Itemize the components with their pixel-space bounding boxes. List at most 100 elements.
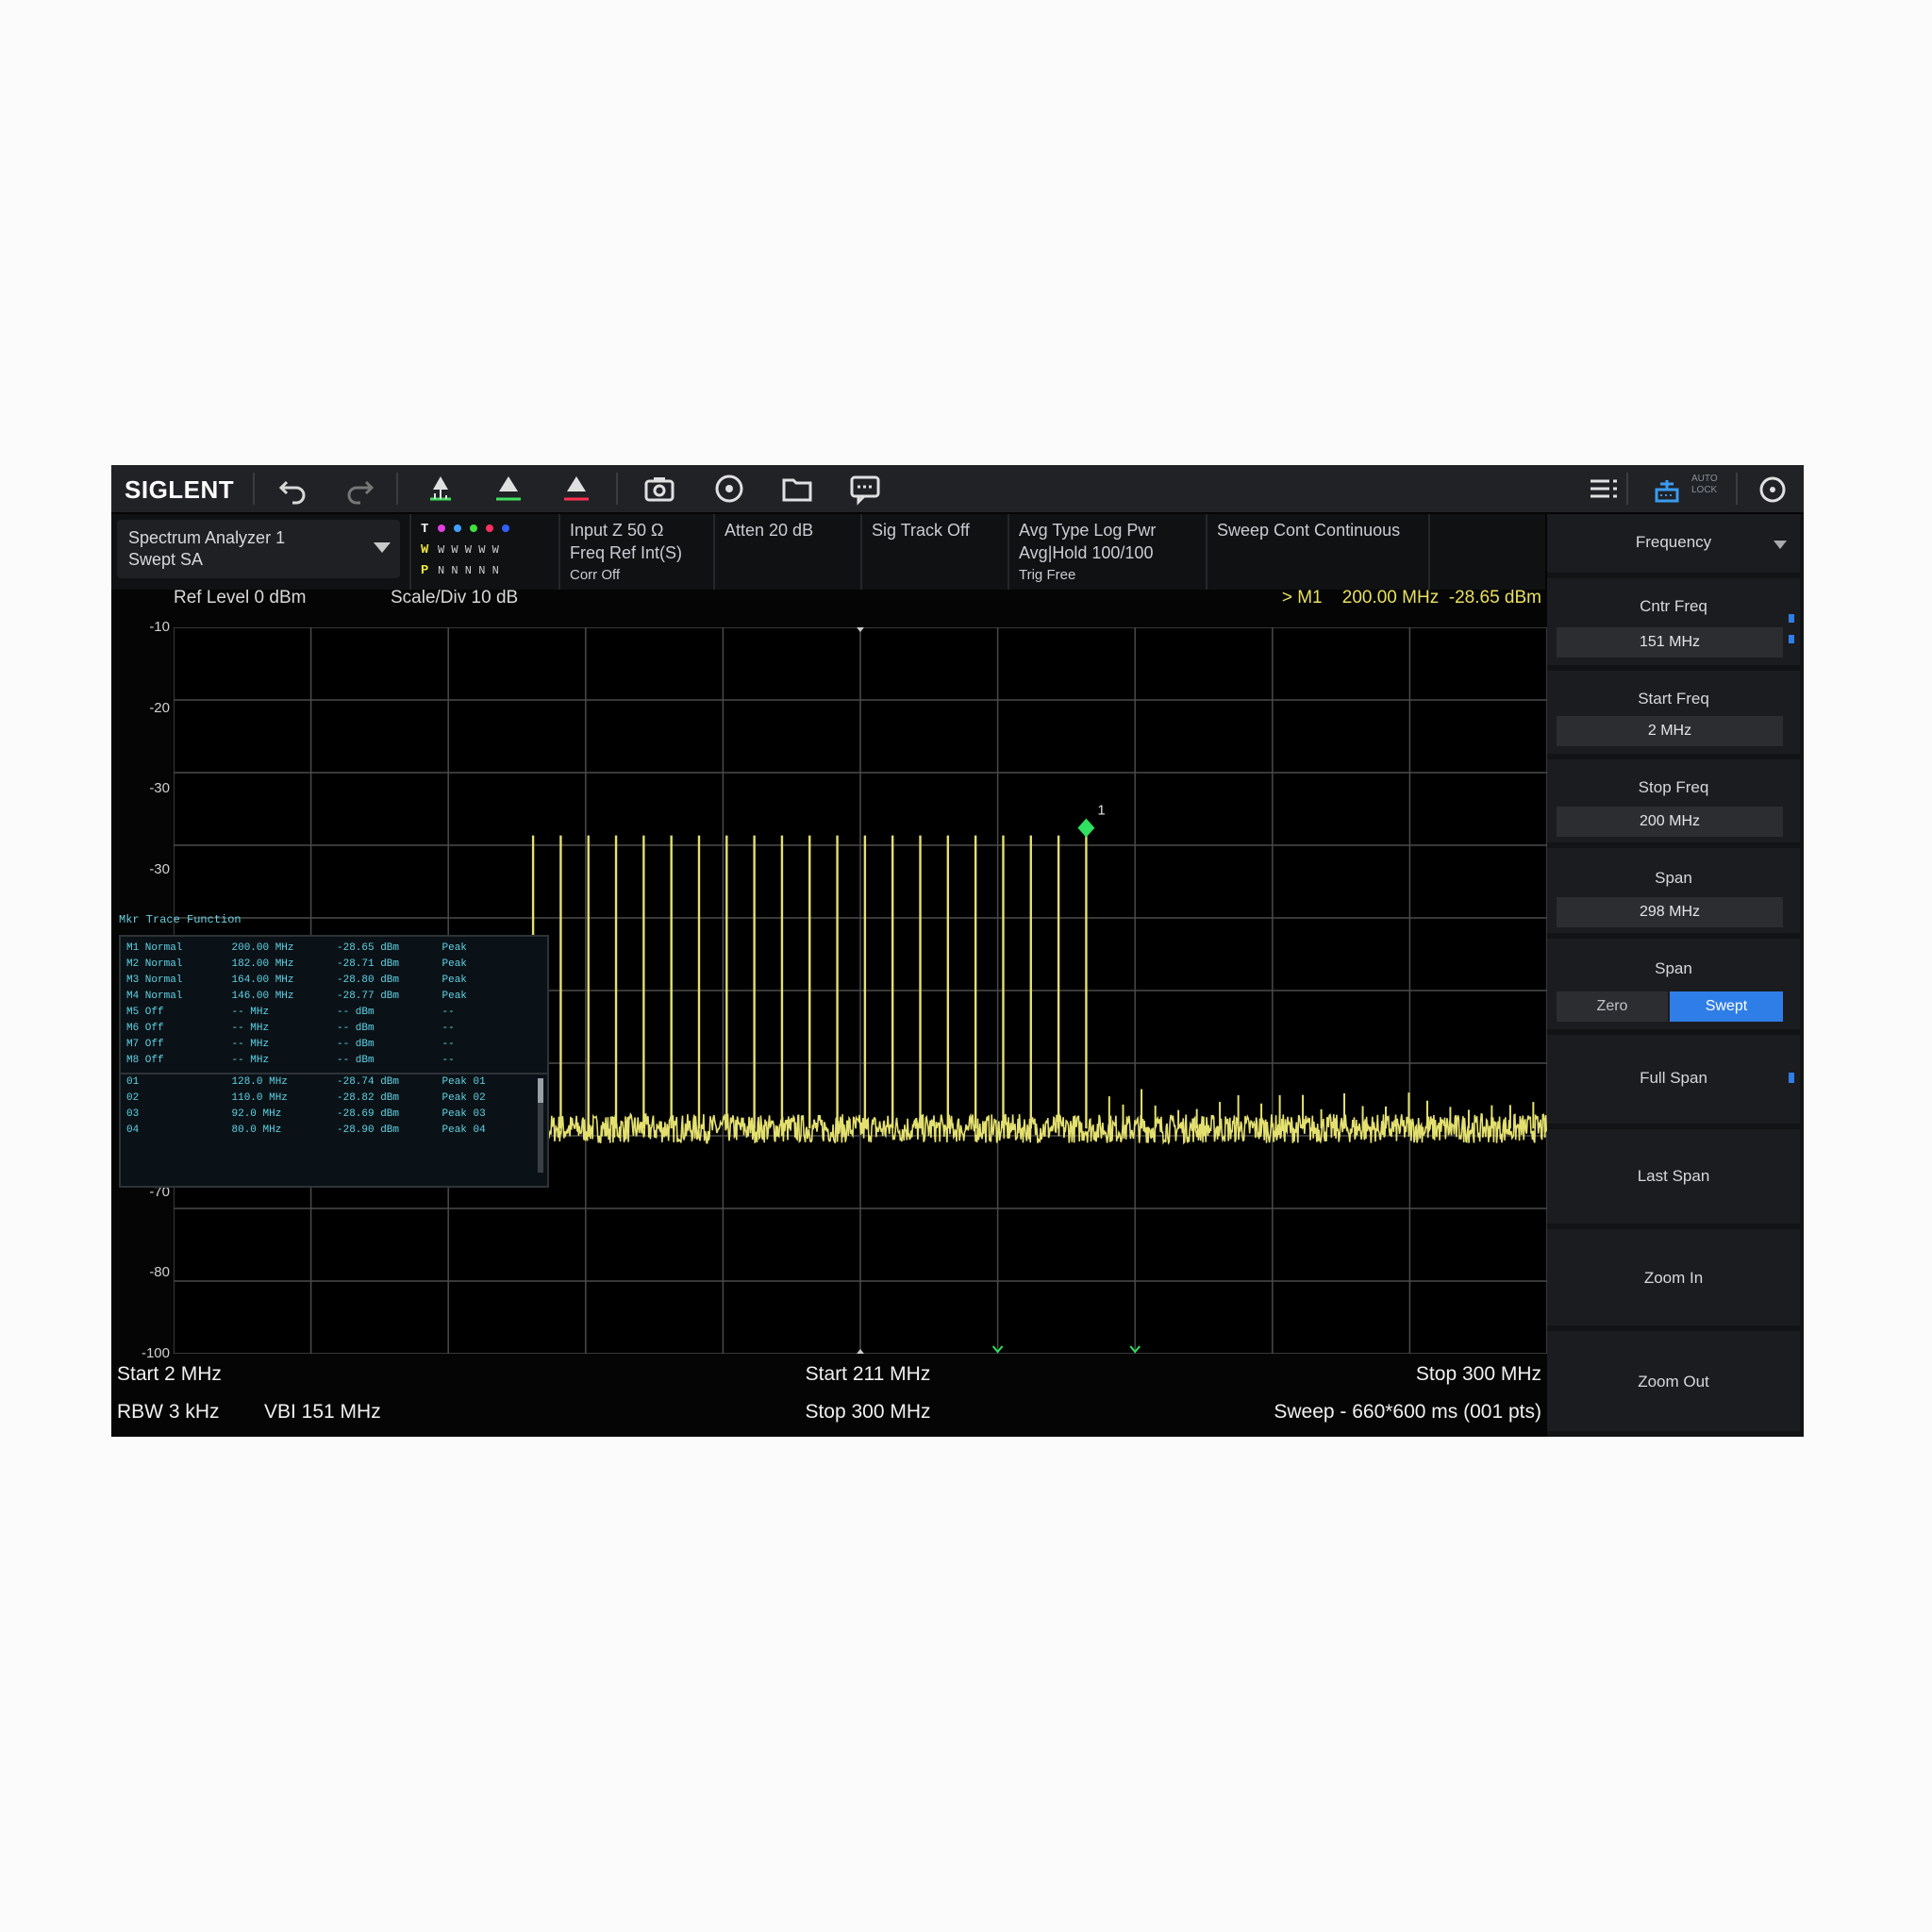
redo-icon[interactable] [341,471,377,507]
message-icon[interactable] [847,471,883,507]
signal-track: Sig Track Off [872,521,970,540]
toolbar-divider [616,473,618,505]
top-toolbar: SIGLENT AUTO LOCK [111,465,1804,512]
marker-table[interactable]: M1 Normal 200.00 MHz -28.65 dBm Peak M2 Norm… [119,935,549,1188]
sig-track-info[interactable]: Sig Track Off [862,514,1009,590]
start-freq-label: Start 2 MHz [117,1363,222,1385]
table-row[interactable]: 04 80.0 MHz -28.90 dBm Peak 04 [121,1124,547,1141]
folder-icon[interactable] [779,471,815,507]
table-row[interactable]: M1 Normal 200.00 MHz -28.65 dBm Peak [121,942,547,958]
softkey-span[interactable]: Span 298 MHz [1547,848,1800,933]
ref-level: Ref Level 0 dBm [174,588,307,608]
active-indicator [1789,1073,1794,1083]
table-cell: M5 Off [126,1007,164,1018]
table-scrollbar[interactable] [538,1078,543,1173]
table-cell: Peak 03 [441,1108,486,1120]
trace-row: P N N N N N [421,560,549,581]
zero-span-option[interactable]: Zero [1557,991,1668,1022]
table-cell: -- MHz [231,1039,270,1050]
sweep-info[interactable]: Sweep Cont Continuous [1208,514,1430,590]
marker-table-top: M1 Normal 200.00 MHz -28.65 dBm Peak M2 Norm… [121,937,547,1071]
trace-row: T [421,519,549,540]
softkey-panel: Frequency Cntr Freq 151 MHz Start Freq 2… [1547,514,1804,1437]
status-auto: AUTO [1691,474,1718,484]
table-row[interactable]: M2 Normal 182.00 MHz -28.71 dBm Peak [121,958,547,974]
trigger: Trig Free [1019,567,1076,583]
power-icon[interactable] [1755,471,1790,507]
avg-hold: Avg|Hold 100/100 [1019,543,1154,562]
table-row[interactable]: M5 Off -- MHz -- dBm -- [121,1007,547,1023]
table-cell: 146.00 MHz [231,991,294,1002]
softkey-center-freq[interactable]: Cntr Freq 151 MHz [1547,578,1800,665]
softkey-label: Zoom In [1643,1269,1704,1287]
start-freq-input[interactable]: 2 MHz [1557,716,1783,746]
camera-icon[interactable] [641,471,677,507]
table-cell: -28.69 dBm [337,1108,400,1120]
sweep-time-label: Sweep - 660*600 ms (001 pts) [1274,1401,1541,1423]
marker-delta-icon[interactable] [558,471,594,507]
toolbar-divider [396,473,398,505]
softkey-span-mode[interactable]: Span Zero Swept [1547,939,1800,1029]
softkey-zoom-in[interactable]: Zoom In [1547,1229,1800,1325]
table-cell: Peak [441,942,467,954]
mode-selector[interactable]: Spectrum Analyzer 1 Swept SA [117,520,400,578]
softkey-stop-freq[interactable]: Stop Freq 200 MHz [1547,759,1800,842]
undo-icon[interactable] [275,471,311,507]
marker-peak-icon[interactable] [423,471,458,507]
table-row[interactable]: M7 Off -- MHz -- dBm -- [121,1039,547,1055]
status-lock: LOCK [1691,485,1718,495]
table-row[interactable]: 02 110.0 MHz -28.82 dBm Peak 02 [121,1092,547,1108]
center-freq-input[interactable]: 151 MHz [1557,627,1783,658]
atten-info[interactable]: Atten 20 dB [715,514,862,590]
marker-next-icon[interactable] [491,471,526,507]
trace-row-label: T [421,522,429,537]
table-cell: M4 Normal [126,991,183,1002]
table-cell: -28.71 dBm [337,958,400,970]
softkey-full-span[interactable]: Full Span [1547,1035,1800,1124]
table-cell: M6 Off [126,1023,164,1034]
table-row[interactable]: M6 Off -- MHz -- dBm -- [121,1023,547,1039]
table-cell: M3 Normal [126,974,183,986]
table-cell: M7 Off [126,1039,164,1050]
toolbar-divider [253,473,255,505]
table-row[interactable]: M4 Normal 146.00 MHz -28.77 dBm Peak [121,991,547,1007]
swept-span-option[interactable]: Swept [1670,991,1783,1022]
softkey-zoom-out[interactable]: Zoom Out [1547,1331,1800,1431]
input-info[interactable]: Input Z 50 Ω Freq Ref Int(S) Corr Off [560,514,715,590]
table-cell: -28.90 dBm [337,1124,400,1136]
network-icon[interactable] [1649,471,1685,507]
trace-indicator[interactable]: T W W W W W W P N N N N N [409,514,560,590]
avg-info[interactable]: Avg Type Log Pwr Avg|Hold 100/100 Trig F… [1009,514,1208,590]
table-row[interactable]: 01 128.0 MHz -28.74 dBm Peak 01 [121,1076,547,1092]
scale-div: Scale/Div 10 dB [391,588,519,608]
table-cell: -- [441,1007,455,1018]
record-icon[interactable] [711,471,747,507]
table-row[interactable]: M8 Off -- MHz -- dBm -- [121,1055,547,1071]
menu-frequency[interactable]: Frequency [1547,514,1800,573]
stop-freq-input[interactable]: 200 MHz [1557,807,1783,837]
table-row[interactable]: 03 92.0 MHz -28.69 dBm Peak 03 [121,1108,547,1124]
trace-color-dot [502,525,509,532]
table-cell: Peak 04 [441,1124,486,1136]
softkey-label: Start Freq [1638,690,1709,708]
table-cell: 110.0 MHz [231,1092,288,1104]
table-cell: -- dBm [337,1055,375,1066]
input-impedance: Input Z 50 Ω [570,521,664,540]
marker-readout-label: > M1 [1281,588,1323,608]
table-cell: -28.82 dBm [337,1092,400,1104]
table-row[interactable]: M3 Normal 164.00 MHz -28.80 dBm Peak [121,974,547,991]
table-cell: -- dBm [337,1039,375,1050]
table-divider [121,1073,547,1074]
rbw-label: RBW 3 kHz [117,1401,220,1423]
span-input[interactable]: 298 MHz [1557,897,1783,927]
softkey-start-freq[interactable]: Start Freq 2 MHz [1547,671,1800,754]
attenuation: Atten 20 dB [724,521,814,540]
scrollbar-thumb[interactable] [538,1078,543,1103]
table-cell: 182.00 MHz [231,958,294,970]
table-cell: -- MHz [231,1055,270,1066]
menu-title: Frequency [1635,533,1712,551]
table-cell: -28.77 dBm [337,991,400,1002]
trace-row-text: N N N N N [438,564,499,577]
menu-list-icon[interactable] [1585,471,1621,507]
softkey-last-span[interactable]: Last Span [1547,1129,1800,1224]
